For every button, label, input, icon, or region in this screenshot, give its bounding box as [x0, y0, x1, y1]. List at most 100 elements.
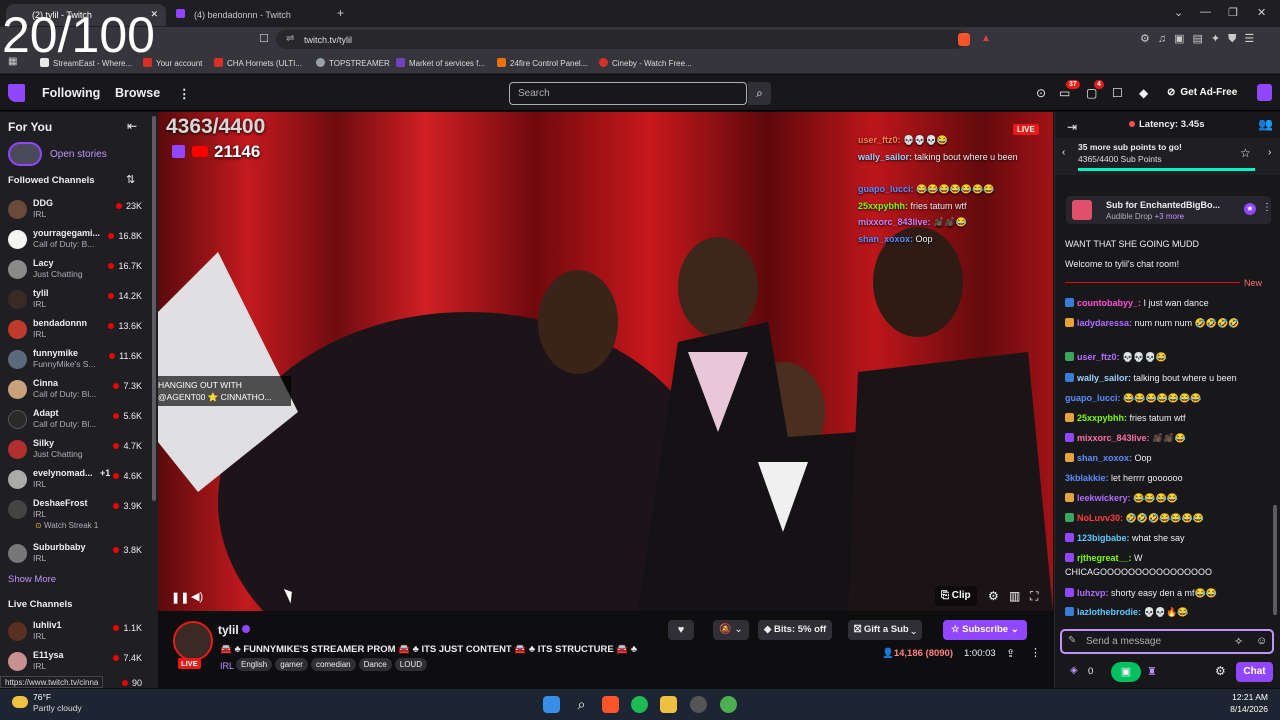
- more-icon[interactable]: ⋮: [178, 86, 191, 101]
- chevron-right-icon[interactable]: ›: [1268, 147, 1271, 158]
- clip-button[interactable]: ⎘ Clip: [935, 586, 977, 606]
- chat-username[interactable]: countobabyy_:: [1077, 298, 1141, 308]
- bot-icon[interactable]: ♜: [1147, 665, 1157, 678]
- subscribe-button[interactable]: ☆ Subscribe ⌄: [943, 620, 1027, 640]
- sidebar-channel-funnymike[interactable]: funnymike FunnyMike's S... 11.6K: [0, 347, 150, 376]
- url-field[interactable]: ⇌ twitch.tv/tylil: [276, 30, 966, 49]
- chat-username[interactable]: 3kblakkie:: [1065, 473, 1109, 483]
- audible-drop-card[interactable]: Sub for EnchantedBigBo... Audible Drop +…: [1066, 196, 1272, 224]
- theatre-mode-icon[interactable]: ▥: [1009, 589, 1020, 603]
- chat-username[interactable]: guapo_lucci:: [1065, 393, 1121, 403]
- collapse-sidebar-icon[interactable]: ⇤: [127, 119, 137, 133]
- chat-username[interactable]: luhzvp:: [1077, 588, 1109, 598]
- chat-username[interactable]: NoLuvv30:: [1077, 513, 1123, 523]
- get-ad-free-button[interactable]: ⊘ Get Ad-Free: [1161, 83, 1237, 103]
- sidebar-channel-deshaefrost[interactable]: DeshaeFrost IRL ⊙ Watch Streak 1 3.9K: [0, 497, 150, 537]
- chat-username[interactable]: ladydaressa:: [1077, 318, 1132, 328]
- twitch-logo-icon[interactable]: [8, 84, 25, 102]
- sidebar-live-luhliv1[interactable]: luhliv1 IRL 1.1K: [0, 619, 150, 648]
- search-icon[interactable]: ⌕: [748, 82, 771, 105]
- tag[interactable]: English: [236, 658, 273, 671]
- streamer-name[interactable]: tylil: [218, 623, 239, 637]
- sparkle-icon[interactable]: ✧: [1234, 635, 1243, 648]
- brave-rewards-icon[interactable]: ▲: [981, 33, 991, 44]
- chat-username[interactable]: leekwickery:: [1077, 493, 1131, 503]
- drop-more-link[interactable]: +3 more: [1154, 212, 1184, 221]
- community-icon[interactable]: 👥: [1258, 117, 1273, 131]
- weather-icon[interactable]: [12, 696, 28, 708]
- channel-points-icon[interactable]: ◈: [1070, 665, 1078, 676]
- fullscreen-icon[interactable]: ⛶: [1030, 589, 1038, 604]
- chevron-down-icon[interactable]: ⌄: [1174, 6, 1183, 19]
- share-icon[interactable]: ⇪: [1006, 647, 1015, 660]
- tag[interactable]: Dance: [358, 658, 392, 671]
- emote-icon[interactable]: ☺: [1256, 635, 1267, 647]
- sidebar-channel-suburbbaby[interactable]: Suburbbaby IRL 3.8K: [0, 541, 150, 570]
- sidebar-channel-silky[interactable]: Silky Just Chatting 4.7K: [0, 437, 150, 466]
- close-window-icon[interactable]: ✕: [1257, 6, 1266, 19]
- user-avatar-icon[interactable]: [1257, 84, 1272, 101]
- chat-username[interactable]: 25xxpybhh:: [1077, 413, 1127, 423]
- chat-username[interactable]: lazlothebrodie:: [1077, 607, 1141, 617]
- video-player[interactable]: 4363/4400 21146 LIVE user_ftz0: 💀💀💀😂 wal…: [158, 112, 1053, 611]
- star-icon[interactable]: ★: [1244, 203, 1256, 215]
- crown-icon[interactable]: ⊙: [1036, 86, 1046, 100]
- sidebar-channel-yourragegaming[interactable]: yourragegami... Call of Duty: B... 16.8K: [0, 227, 150, 256]
- bits-button[interactable]: ◆ Bits: 5% off: [758, 620, 833, 640]
- bits-icon[interactable]: ◆: [1139, 86, 1148, 100]
- bookmark-icon[interactable]: ☐: [259, 32, 269, 45]
- extension-icons[interactable]: ⚙♫▣▤✦⛊☰: [1140, 32, 1262, 46]
- windows-start-icon[interactable]: [543, 696, 560, 713]
- tab-bendadonnn[interactable]: (4) bendadonnn - Twitch: [168, 4, 333, 26]
- sidebar-channel-cinna[interactable]: Cinna Call of Duty: Bl... 7.3K: [0, 377, 150, 406]
- maximize-icon[interactable]: ❐: [1228, 6, 1238, 19]
- stream-category-link[interactable]: IRL: [220, 661, 234, 671]
- file-explorer-icon[interactable]: [660, 696, 677, 713]
- app-icon[interactable]: [690, 696, 707, 713]
- bookmark-item[interactable]: Cineby - Watch Free...: [599, 58, 692, 68]
- chat-settings-icon[interactable]: ⚙: [1215, 664, 1226, 678]
- bookmark-item[interactable]: CHA Hornets (ULTI...: [214, 58, 302, 68]
- sidebar-channel-lacy[interactable]: Lacy Just Chatting 16.7K: [0, 257, 150, 286]
- spotify-icon[interactable]: [631, 696, 648, 713]
- nav-browse[interactable]: Browse: [115, 86, 160, 100]
- chat-username[interactable]: shan_xoxox:: [1077, 453, 1132, 463]
- chevron-left-icon[interactable]: ‹: [1062, 147, 1065, 158]
- minimize-icon[interactable]: —: [1200, 6, 1211, 18]
- chat-scrollbar[interactable]: [1273, 505, 1277, 615]
- sort-icon[interactable]: ⇅: [126, 173, 135, 186]
- search-icon[interactable]: ⌕: [573, 696, 590, 713]
- tag[interactable]: gamer: [275, 658, 308, 671]
- chat-username[interactable]: rjthegreat__:: [1077, 553, 1132, 563]
- sidebar-live-e11ysa[interactable]: E11ysa IRL 7.4K: [0, 649, 150, 678]
- open-stories-link[interactable]: Open stories: [50, 149, 107, 160]
- gift-sub-button[interactable]: ⛝ Gift a Sub ⌄: [848, 620, 922, 640]
- site-settings-icon[interactable]: ⇌: [286, 33, 294, 44]
- brave-browser-icon[interactable]: [602, 696, 619, 713]
- chat-input[interactable]: ✎ Send a message ✧ ☺: [1060, 629, 1274, 654]
- nav-following[interactable]: Following: [42, 86, 100, 100]
- follow-heart-icon[interactable]: ♥: [668, 620, 694, 640]
- collapse-chat-icon[interactable]: ⇥: [1067, 120, 1077, 134]
- pause-icon[interactable]: ❚❚: [171, 591, 189, 604]
- chat-username[interactable]: user_ftz0:: [1077, 352, 1120, 362]
- sidebar-scrollbar[interactable]: [152, 116, 156, 501]
- more-options-icon[interactable]: ⋮: [1262, 202, 1272, 213]
- show-more-link[interactable]: Show More: [8, 574, 56, 585]
- star-icon[interactable]: ☆: [1240, 146, 1251, 160]
- claim-bonus-icon[interactable]: ▣: [1111, 662, 1141, 682]
- chrome-icon[interactable]: [720, 696, 737, 713]
- settings-icon[interactable]: ⚙: [988, 589, 999, 603]
- sidebar-channel-ddg[interactable]: DDG IRL 23K: [0, 197, 150, 226]
- sidebar-channel-bendadonnn[interactable]: bendadonnn IRL 13.6K: [0, 317, 150, 346]
- notifications-toggle-icon[interactable]: 🔕 ⌄: [713, 620, 749, 640]
- bookmark-item[interactable]: Market of services f...: [396, 58, 485, 68]
- brave-shield-icon[interactable]: [958, 33, 970, 46]
- chat-username[interactable]: mixxorc_843live:: [1077, 433, 1150, 443]
- new-tab-icon[interactable]: +: [337, 6, 344, 20]
- tag[interactable]: comedian: [310, 658, 356, 671]
- search-input[interactable]: Search: [509, 82, 747, 105]
- sidebar-channel-adapt[interactable]: Adapt Call of Duty: Bl... 5.6K: [0, 407, 150, 436]
- tag[interactable]: LOUD: [394, 658, 427, 671]
- chat-send-button[interactable]: Chat: [1236, 662, 1273, 682]
